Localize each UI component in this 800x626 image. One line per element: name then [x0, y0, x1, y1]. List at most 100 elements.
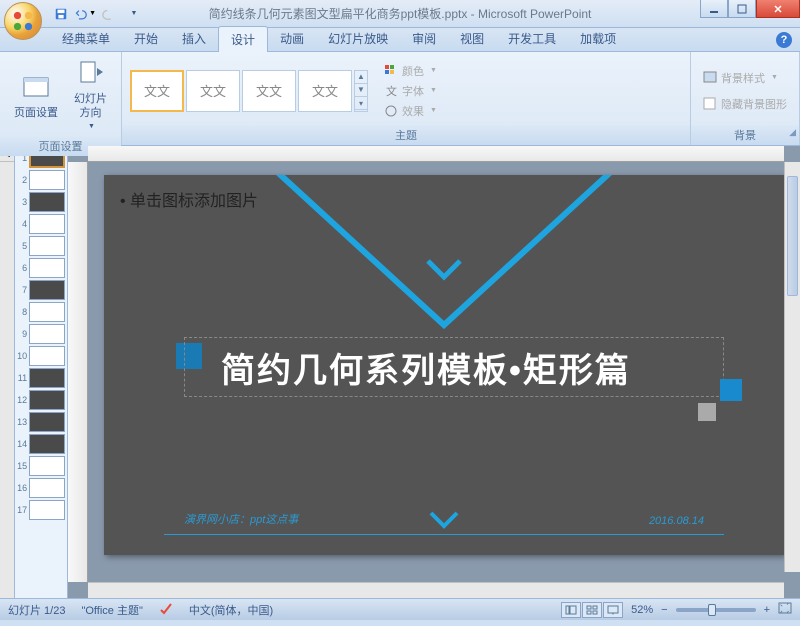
theme-item[interactable]: 文文: [242, 70, 296, 112]
statusbar: 幻灯片 1/23 "Office 主题" 中文(简体，中国) 52% − +: [0, 598, 800, 620]
theme-item[interactable]: 文文: [186, 70, 240, 112]
tab-design[interactable]: 设计: [218, 26, 268, 52]
quick-access-toolbar: ▼ ▼: [50, 3, 144, 25]
thumbnail[interactable]: [29, 192, 65, 212]
thumbnail-number: 13: [17, 417, 29, 427]
slideshow-view-button[interactable]: [603, 602, 623, 618]
thumbnail[interactable]: [29, 280, 65, 300]
thumbnail-row[interactable]: 8: [17, 302, 65, 322]
thumbnail-row[interactable]: 7: [17, 280, 65, 300]
chevron-down-icon: [422, 257, 466, 283]
tab-slideshow[interactable]: 幻灯片放映: [316, 26, 400, 51]
minimize-button[interactable]: [700, 0, 728, 18]
theme-fonts-button[interactable]: 文字体▼: [380, 81, 441, 101]
thumbnail-row[interactable]: 16: [17, 478, 65, 498]
titlebar: ▼ ▼ 简约线条几何元素图文型扁平化商务ppt模板.pptx - Microso…: [0, 0, 800, 28]
tab-addins[interactable]: 加载项: [568, 26, 628, 51]
save-button[interactable]: [50, 3, 72, 25]
theme-effects-button[interactable]: 效果▼: [380, 101, 441, 121]
thumbnail-row[interactable]: 14: [17, 434, 65, 454]
close-button[interactable]: [756, 0, 800, 18]
thumbnail[interactable]: [29, 368, 65, 388]
thumbnail[interactable]: [29, 214, 65, 234]
tab-review[interactable]: 审阅: [400, 26, 448, 51]
ribbon-tabs: 经典菜单 开始 插入 设计 动画 幻灯片放映 审阅 视图 开发工具 加载项 ?: [0, 28, 800, 52]
thumbnail-row[interactable]: 6: [17, 258, 65, 278]
slide-orientation-button[interactable]: 幻灯片 方向▼: [68, 56, 113, 136]
thumbnail-row[interactable]: 17: [17, 500, 65, 520]
tab-view[interactable]: 视图: [448, 26, 496, 51]
theme-item[interactable]: 文文: [130, 70, 184, 112]
help-icon[interactable]: ?: [776, 32, 792, 48]
vertical-scrollbar[interactable]: [784, 162, 800, 572]
thumbnail-row[interactable]: 12: [17, 390, 65, 410]
footer-date-text: 2016.08.14: [649, 515, 704, 527]
zoom-slider[interactable]: [676, 608, 756, 612]
chevron-down-icon: [426, 509, 462, 531]
background-styles-button[interactable]: 背景样式▼: [699, 68, 791, 88]
slide-editor[interactable]: • 单击图标添加图片 简约几何系列模板•矩形篇 演界网小店：ppt这点事 201…: [68, 146, 800, 598]
tab-home[interactable]: 开始: [122, 26, 170, 51]
theme-item[interactable]: 文文: [298, 70, 352, 112]
tab-insert[interactable]: 插入: [170, 26, 218, 51]
slide-title-text: 简约几何系列模板•矩形篇: [221, 343, 631, 392]
thumbnail[interactable]: [29, 434, 65, 454]
language-indicator[interactable]: 中文(简体，中国): [189, 602, 273, 618]
tab-animation[interactable]: 动画: [268, 26, 316, 51]
thumbnail-row[interactable]: 4: [17, 214, 65, 234]
zoom-out-button[interactable]: −: [661, 604, 667, 616]
page-setup-button[interactable]: 页面设置: [8, 70, 64, 122]
slide-canvas[interactable]: • 单击图标添加图片 简约几何系列模板•矩形篇 演界网小店：ppt这点事 201…: [104, 175, 784, 555]
thumbnail[interactable]: [29, 324, 65, 344]
normal-view-button[interactable]: [561, 602, 581, 618]
footer-left-text: 演界网小店：ppt这点事: [184, 511, 298, 527]
slide-counter: 幻灯片 1/23: [8, 602, 65, 618]
title-placeholder[interactable]: 简约几何系列模板•矩形篇: [184, 337, 724, 397]
thumbnail[interactable]: [29, 478, 65, 498]
undo-button[interactable]: ▼: [74, 3, 96, 25]
thumbnail-row[interactable]: 2: [17, 170, 65, 190]
fit-window-button[interactable]: [778, 602, 792, 617]
hide-background-checkbox[interactable]: 隐藏背景图形: [699, 94, 791, 114]
thumbnail-row[interactable]: 3: [17, 192, 65, 212]
thumbnails-pane[interactable]: 1234567891011121314151617: [15, 146, 68, 598]
theme-colors-button[interactable]: 颜色▼: [380, 61, 441, 81]
square-shape: [720, 379, 742, 401]
thumbnail-number: 17: [17, 505, 29, 515]
thumbnail[interactable]: [29, 390, 65, 410]
thumbnail-row[interactable]: 13: [17, 412, 65, 432]
ruler-vertical: [68, 162, 88, 582]
thumbnail[interactable]: [29, 500, 65, 520]
theme-gallery[interactable]: 文文 文文 文文 文文 ▲▼▾: [130, 70, 368, 112]
thumbnail-row[interactable]: 11: [17, 368, 65, 388]
thumbnail[interactable]: [29, 236, 65, 256]
maximize-button[interactable]: [728, 0, 756, 18]
office-button[interactable]: [4, 2, 42, 40]
spellcheck-icon[interactable]: [159, 601, 173, 618]
zoom-in-button[interactable]: +: [764, 604, 770, 616]
thumbnail-number: 7: [17, 285, 29, 295]
thumbnail[interactable]: [29, 258, 65, 278]
thumbnail-row[interactable]: 15: [17, 456, 65, 476]
thumbnail-number: 8: [17, 307, 29, 317]
redo-button[interactable]: [98, 3, 120, 25]
picture-placeholder-text[interactable]: • 单击图标添加图片: [120, 187, 258, 211]
thumbnail[interactable]: [29, 346, 65, 366]
thumbnail[interactable]: [29, 412, 65, 432]
qat-customize[interactable]: ▼: [122, 3, 144, 25]
horizontal-scrollbar[interactable]: [88, 582, 784, 598]
thumbnail-row[interactable]: 9: [17, 324, 65, 344]
thumbnail-row[interactable]: 10: [17, 346, 65, 366]
tab-developer[interactable]: 开发工具: [496, 26, 568, 51]
tab-classic-menu[interactable]: 经典菜单: [50, 26, 122, 51]
outline-pane[interactable]: ◄: [0, 146, 15, 598]
zoom-percent[interactable]: 52%: [631, 604, 653, 616]
thumbnail[interactable]: [29, 302, 65, 322]
thumbnail[interactable]: [29, 170, 65, 190]
thumbnail[interactable]: [29, 456, 65, 476]
sorter-view-button[interactable]: [582, 602, 602, 618]
thumbnail-row[interactable]: 5: [17, 236, 65, 256]
thumbnail-number: 2: [17, 175, 29, 185]
theme-gallery-nav[interactable]: ▲▼▾: [354, 70, 368, 112]
thumbnail-number: 3: [17, 197, 29, 207]
